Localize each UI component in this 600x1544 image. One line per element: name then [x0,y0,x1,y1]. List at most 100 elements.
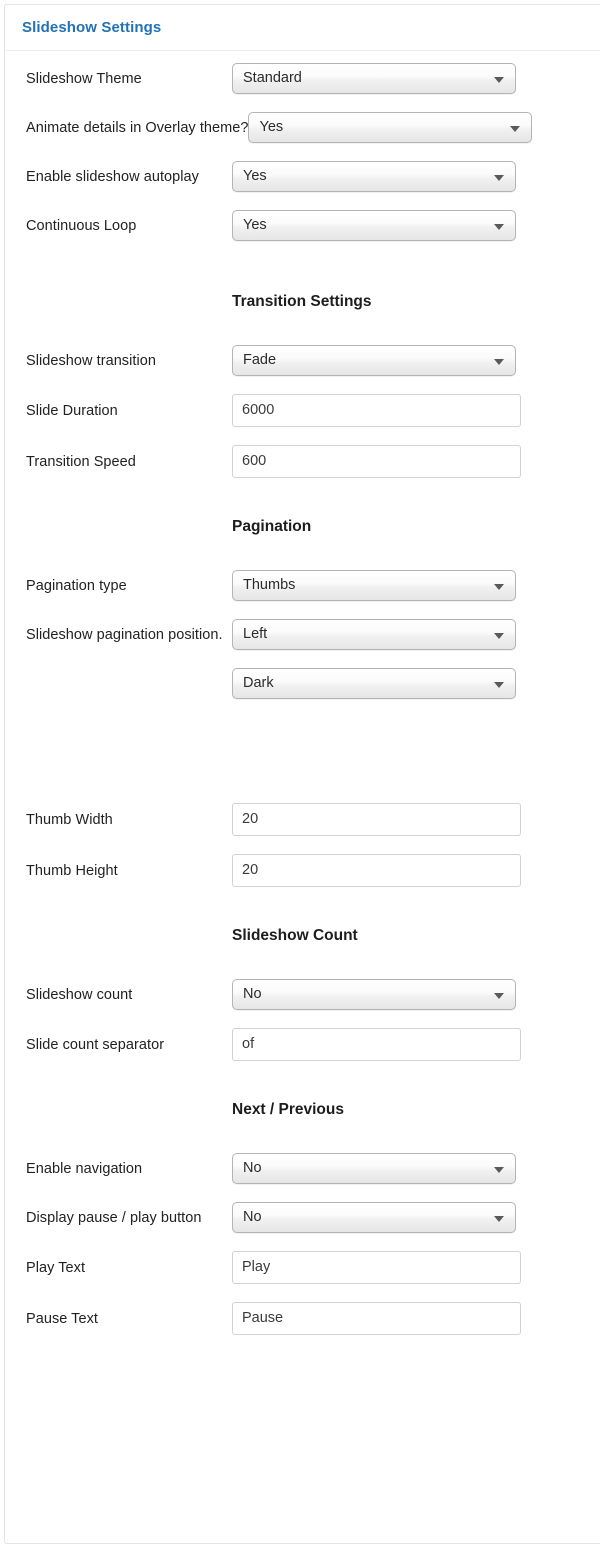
form-row-slide-count-separator: Slide count separator of [5,1028,600,1061]
select-value-slideshow-theme: Standard [243,70,302,86]
input-slide-count-separator[interactable]: of [232,1028,521,1061]
select-value-display-pause-play: No [243,1209,262,1225]
select-pagination-type[interactable]: Thumbs [232,570,516,601]
form-row-slideshow-count: Slideshow count No [5,979,600,1010]
select-animate-details[interactable]: Yes [248,112,533,143]
select-slideshow-count[interactable]: No [232,979,516,1010]
field-label-slideshow-count: Slideshow count [26,986,133,1003]
section-heading-transition-settings: Transition Settings [5,293,600,311]
input-thumb-width[interactable]: 20 [232,803,521,836]
chevron-down-icon [494,76,504,83]
section-heading-text: Slideshow Count [232,927,358,944]
field-label-animate-details: Animate details in Overlay theme? [26,119,249,136]
form-row-pagination-type: Pagination type Thumbs [5,570,600,601]
input-slide-duration[interactable]: 6000 [232,394,521,427]
input-value-thumb-width: 20 [242,811,259,827]
select-enable-navigation[interactable]: No [232,1153,516,1184]
field-label-transition-speed: Transition Speed [26,453,136,470]
field-label-pagination-position: Slideshow pagination position. [26,626,223,643]
field-label-thumb-height: Thumb Height [26,862,118,879]
field-label-pause-text: Pause Text [26,1310,98,1327]
input-pause-text[interactable]: Pause [232,1302,521,1335]
form-row-transition-speed: Transition Speed 600 [5,445,600,478]
select-value-animate-details: Yes [259,119,284,135]
field-label-enable-autoplay: Enable slideshow autoplay [26,168,199,185]
section-heading-slideshow-count: Slideshow Count [5,927,600,945]
form-row-pagination-position: Slideshow pagination position. Left [5,619,600,650]
form-row-continuous-loop: Continuous Loop Yes [5,210,600,241]
form-row-pagination-skin: Dark [5,668,600,699]
page-title: Slideshow Settings [22,19,162,36]
form-row-enable-navigation: Enable navigation No [5,1153,600,1184]
chevron-down-icon [494,583,504,590]
select-pagination-position[interactable]: Left [232,619,516,650]
select-value-pagination-position: Left [243,626,268,642]
form-row-slide-duration: Slide Duration 6000 [5,394,600,427]
select-display-pause-play[interactable]: No [232,1202,516,1233]
select-value-pagination-type: Thumbs [243,577,296,593]
form-row-display-pause-play: Display pause / play button No [5,1202,600,1233]
panel-header: Slideshow Settings [5,5,600,51]
input-value-pause-text: Pause [242,1310,284,1326]
input-value-slide-duration: 6000 [242,402,275,418]
input-value-thumb-height: 20 [242,862,259,878]
section-heading-next-previous: Next / Previous [5,1101,600,1119]
field-label-slideshow-transition: Slideshow transition [26,352,156,369]
form-row-slideshow-transition: Slideshow transition Fade [5,345,600,376]
form-row-play-text: Play Text Play [5,1251,600,1284]
select-slideshow-theme[interactable]: Standard [232,63,516,94]
chevron-down-icon [494,1166,504,1173]
form-row-pause-text: Pause Text Pause [5,1302,600,1335]
select-slideshow-transition[interactable]: Fade [232,345,516,376]
field-label-continuous-loop: Continuous Loop [26,217,137,234]
field-label-slide-count-separator: Slide count separator [26,1036,165,1053]
input-play-text[interactable]: Play [232,1251,521,1284]
field-label-pagination-type: Pagination type [26,577,127,594]
input-transition-speed[interactable]: 600 [232,445,521,478]
input-value-transition-speed: 600 [242,453,267,469]
select-pagination-skin[interactable]: Dark [232,668,516,699]
chevron-down-icon [494,223,504,230]
chevron-down-icon [494,992,504,999]
field-label-display-pause-play: Display pause / play button [26,1209,202,1226]
form-row-slideshow-theme: Slideshow Theme Standard [5,63,600,94]
section-heading-text: Pagination [232,518,312,535]
form-row-enable-autoplay: Enable slideshow autoplay Yes [5,161,600,192]
input-thumb-height[interactable]: 20 [232,854,521,887]
input-value-slide-count-separator: of [242,1036,255,1052]
section-heading-text: Transition Settings [232,293,372,310]
panel-body: Slideshow Theme Standard Animate details … [5,51,600,1335]
select-enable-autoplay[interactable]: Yes [232,161,516,192]
field-label-slideshow-theme: Slideshow Theme [26,70,142,87]
chevron-down-icon [494,681,504,688]
section-heading-pagination: Pagination [5,518,600,536]
field-label-play-text: Play Text [26,1259,86,1276]
chevron-down-icon [510,125,521,132]
select-value-slideshow-transition: Fade [243,352,277,368]
section-heading-text: Next / Previous [232,1101,344,1118]
select-continuous-loop[interactable]: Yes [232,210,516,241]
field-label-thumb-width: Thumb Width [26,811,113,828]
select-value-enable-autoplay: Yes [243,168,267,184]
chevron-down-icon [494,632,504,639]
select-value-continuous-loop: Yes [243,217,267,233]
select-value-pagination-skin: Dark [243,675,274,691]
form-row-thumb-width: Thumb Width 20 [5,803,600,836]
chevron-down-icon [494,1215,504,1222]
select-value-slideshow-count: No [243,986,262,1002]
select-value-enable-navigation: No [243,1160,262,1176]
form-row-animate-details: Animate details in Overlay theme? Yes [5,112,600,143]
field-label-slide-duration: Slide Duration [26,402,118,419]
field-label-enable-navigation: Enable navigation [26,1160,143,1177]
chevron-down-icon [494,174,504,181]
chevron-down-icon [494,358,504,365]
